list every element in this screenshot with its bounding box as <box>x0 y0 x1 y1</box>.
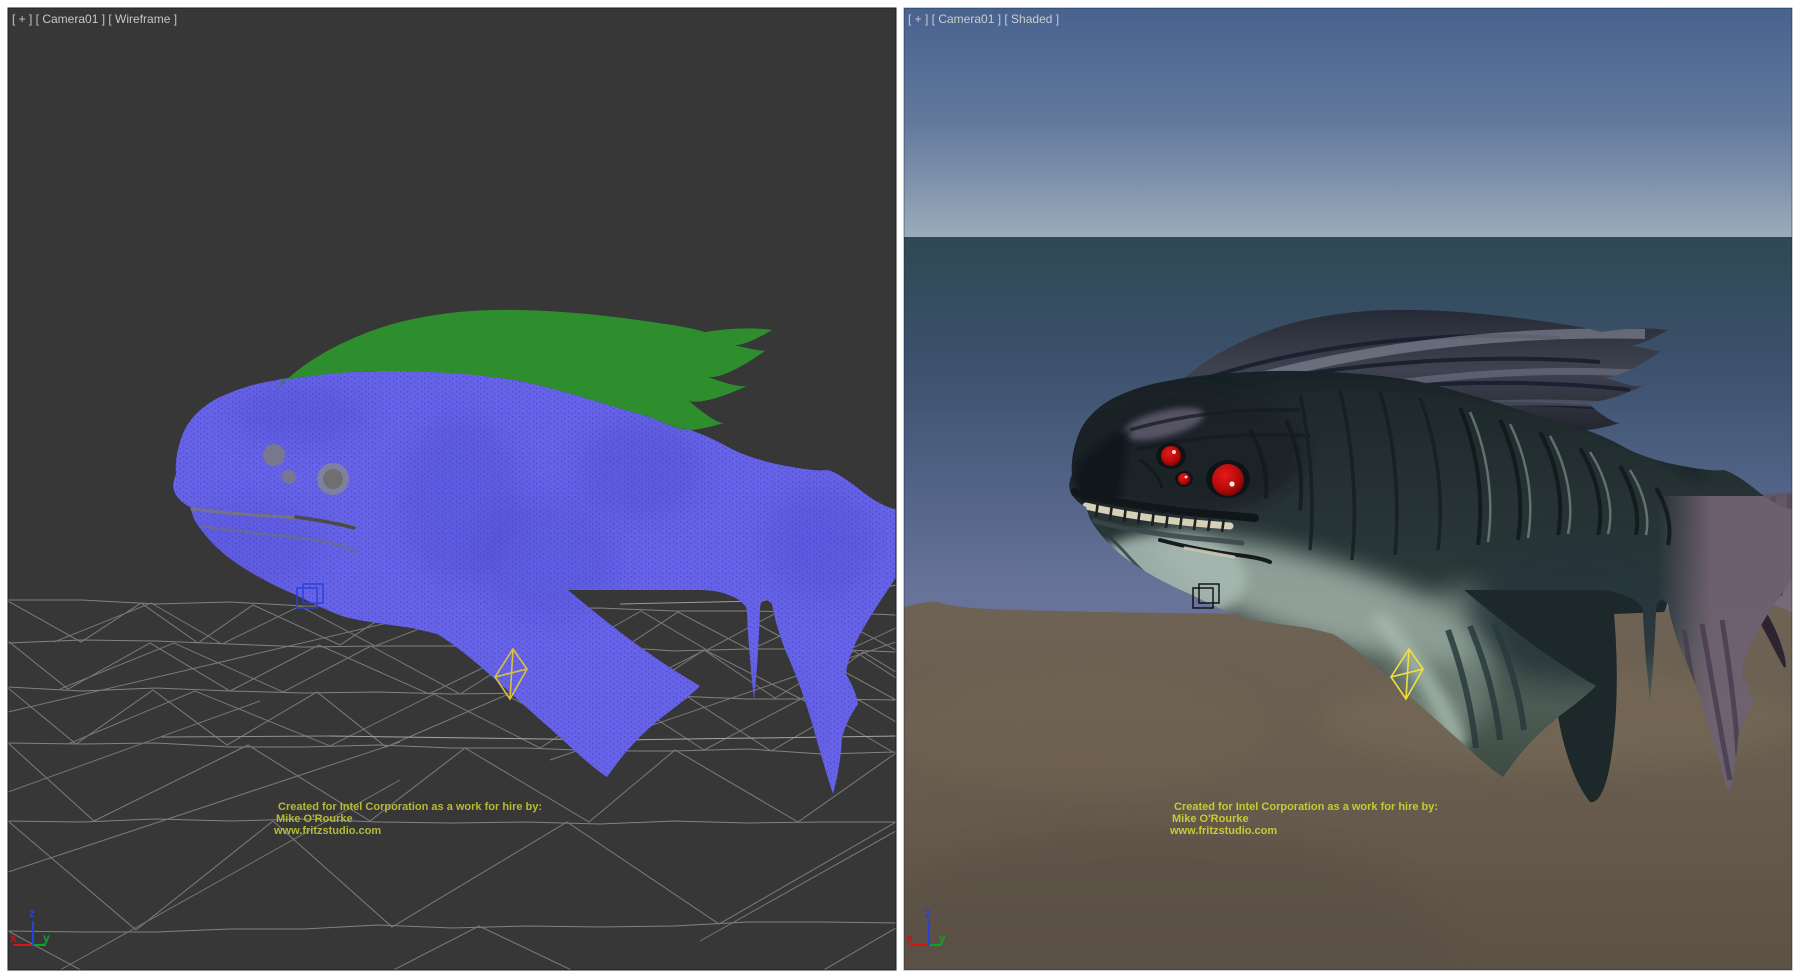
svg-text:Created for Intel Corporation: Created for Intel Corporation as a work … <box>278 801 542 813</box>
svg-text:y: y <box>939 931 946 945</box>
svg-text:Mike O'Rourke: Mike O'Rourke <box>276 813 353 825</box>
svg-text:x: x <box>906 931 913 945</box>
svg-text:y: y <box>43 931 50 945</box>
svg-text:www.fritzstudio.com: www.fritzstudio.com <box>273 825 381 837</box>
svg-text:[ + ] [ Camera01 ] [ Wireframe: [ + ] [ Camera01 ] [ Wireframe ] <box>12 12 177 26</box>
svg-text:z: z <box>29 906 35 920</box>
svg-text:x: x <box>10 931 17 945</box>
svg-text:[ + ] [ Camera01 ] [ Shaded ]: [ + ] [ Camera01 ] [ Shaded ] <box>908 12 1059 26</box>
svg-text:z: z <box>925 906 931 920</box>
svg-text:Mike O'Rourke: Mike O'Rourke <box>1172 813 1249 825</box>
svg-text:Created for Intel Corporation: Created for Intel Corporation as a work … <box>1174 801 1438 813</box>
svg-text:www.fritzstudio.com: www.fritzstudio.com <box>1169 825 1277 837</box>
